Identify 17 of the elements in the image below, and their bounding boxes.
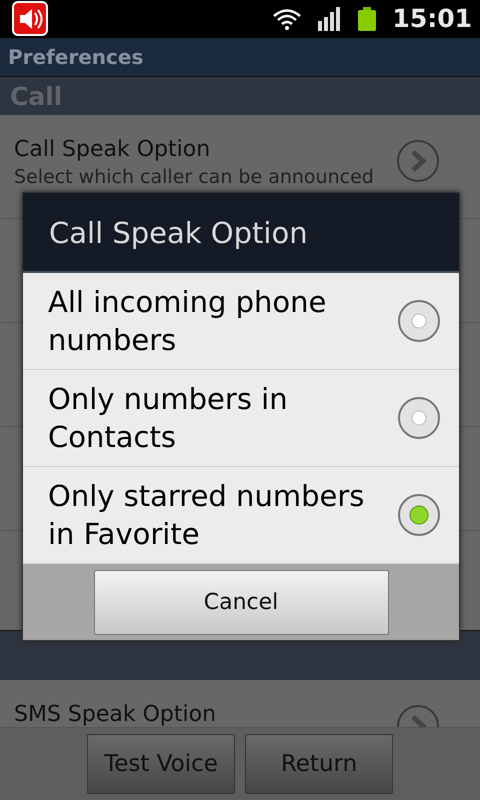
radio-button[interactable]: [397, 493, 441, 537]
battery-icon: [358, 7, 376, 31]
chevron-icon[interactable]: [396, 139, 440, 183]
wifi-icon: [272, 7, 302, 31]
preference-summary: Select which caller can be announced: [14, 165, 374, 190]
app-speaker-icon: [12, 1, 48, 37]
radio-button[interactable]: [397, 299, 441, 343]
option-row[interactable]: Only numbers in Contacts: [23, 370, 459, 467]
signal-icon: [318, 7, 342, 31]
screen-title: Preferences: [8, 45, 144, 69]
option-row[interactable]: All incoming phone numbers: [23, 273, 459, 370]
dialog-title: Call Speak Option: [49, 216, 308, 250]
clock: 15:01: [392, 3, 472, 36]
radio-button[interactable]: [397, 396, 441, 440]
preference-title: Call Speak Option: [14, 136, 210, 164]
cancel-button[interactable]: Cancel: [94, 570, 388, 634]
preference-title: SMS Speak Option: [14, 701, 216, 727]
